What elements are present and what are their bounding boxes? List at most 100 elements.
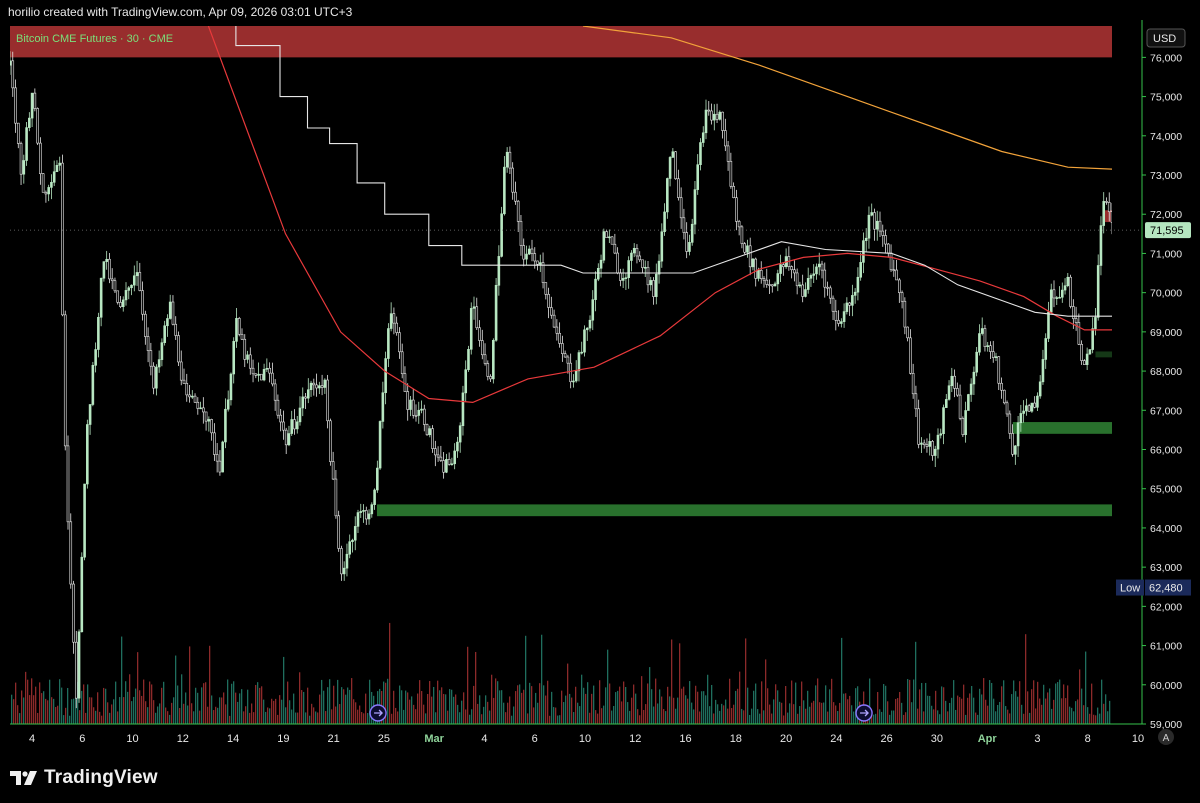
time-tick-label: 12 — [629, 733, 641, 745]
candle-body — [878, 220, 882, 232]
candle-body — [251, 367, 255, 375]
candle-body — [931, 441, 934, 456]
candle-body — [610, 236, 614, 245]
volume-bar — [247, 689, 249, 724]
volume-bar — [723, 705, 725, 724]
volume-bar — [825, 685, 827, 724]
event-marker[interactable] — [855, 704, 873, 722]
candle-body — [533, 253, 537, 262]
auto-scale-text[interactable]: A — [1163, 733, 1170, 744]
candle-body — [1052, 289, 1056, 299]
candle-body — [1055, 297, 1059, 299]
last-price-text: 71,595 — [1150, 225, 1184, 237]
volume-bar — [717, 704, 719, 724]
volume-bar — [813, 700, 815, 724]
volume-bar — [397, 711, 399, 724]
candle-body — [362, 510, 365, 512]
volume-bar — [591, 693, 593, 724]
candle-body — [853, 291, 857, 296]
volume-bar — [149, 681, 151, 724]
candle-body — [1088, 349, 1092, 355]
volume-bar — [1065, 698, 1067, 724]
volume-bar — [325, 711, 327, 724]
volume-bar — [589, 712, 591, 724]
price-axis[interactable]: 59,00060,00061,00062,00063,00064,00065,0… — [1142, 52, 1182, 731]
volume-bar — [999, 701, 1001, 724]
volume-bar — [735, 690, 737, 724]
volume-bar — [623, 681, 625, 724]
volume-bar — [719, 710, 721, 724]
volume-bar — [269, 708, 271, 724]
price-tick-label: 63,000 — [1150, 562, 1182, 574]
volume-bar — [259, 687, 261, 724]
volume-bar — [835, 705, 837, 724]
candle-body — [544, 282, 548, 295]
candle-body — [1066, 276, 1070, 287]
candle-body — [608, 236, 611, 239]
candle-body — [168, 301, 172, 319]
volume-bar — [305, 712, 307, 724]
volume-bar — [467, 646, 469, 724]
candle-body — [657, 260, 661, 275]
candle-body — [1072, 306, 1075, 319]
candle-body — [994, 356, 998, 358]
price-chart[interactable]: 59,00060,00061,00062,00063,00064,00065,0… — [0, 0, 1200, 803]
auto-scale-button[interactable]: A — [1158, 729, 1174, 745]
volume-bar — [581, 674, 583, 724]
volume-bar — [553, 707, 555, 724]
tradingview-brand: TradingView — [44, 767, 158, 788]
time-axis[interactable]: 4 6 10 12 14 19 21 25 Mar 4 6 10 12 16 18 20 24 26 30 Apr 3 8… — [29, 733, 1144, 745]
time-tick-label: 16 — [679, 733, 691, 745]
volume-bar — [207, 706, 209, 724]
volume-bar — [621, 701, 623, 724]
volume-bar — [345, 694, 347, 724]
candle-body — [817, 263, 821, 268]
candle-body — [851, 295, 854, 306]
candle-body — [323, 379, 327, 388]
candle-body — [262, 369, 266, 381]
event-marker[interactable] — [369, 704, 387, 722]
volume-bar — [153, 700, 155, 724]
candle-body — [378, 421, 382, 469]
volume-bar — [253, 712, 255, 724]
volume-bar — [657, 703, 659, 724]
candle-body — [986, 345, 990, 347]
currency-label[interactable]: USD — [1146, 28, 1186, 48]
volume-bar — [615, 692, 617, 724]
volume-bar — [897, 698, 899, 724]
candle-body — [1000, 382, 1003, 391]
volume-bar — [699, 711, 701, 724]
time-tick-label: 18 — [730, 733, 742, 745]
volume-bar — [449, 689, 451, 724]
time-tick-label: 26 — [881, 733, 893, 745]
volume-bar — [1107, 711, 1109, 724]
volume-bar — [459, 712, 461, 724]
candle-body — [88, 404, 92, 425]
volume-bar — [617, 690, 619, 724]
volume-bar — [701, 691, 703, 724]
volume-bar — [13, 699, 15, 724]
candle-body — [1077, 322, 1081, 345]
volume-bar — [579, 706, 581, 724]
candle-body — [572, 380, 575, 383]
volume-bar — [205, 682, 207, 724]
time-tick-label: 6 — [79, 733, 85, 745]
candle-body — [646, 266, 650, 286]
candle-body — [900, 292, 904, 302]
volume-bar — [1103, 703, 1105, 724]
volume-bar — [677, 697, 679, 724]
symbol-label[interactable]: Bitcoin CME Futures · 30 · CME — [16, 33, 173, 45]
price-tick-label: 73,000 — [1150, 170, 1182, 182]
volume-bar — [339, 704, 341, 724]
candle-body — [909, 337, 912, 374]
volume-bar — [603, 705, 605, 724]
candle-body — [199, 407, 202, 410]
volume-bar — [827, 711, 829, 724]
volume-bar — [319, 694, 321, 724]
volume-bar — [637, 709, 639, 724]
volume-bar — [907, 679, 909, 724]
volume-bar — [545, 695, 547, 724]
volume-bars — [11, 622, 1111, 724]
volume-bar — [93, 707, 95, 724]
volume-bar — [145, 701, 147, 724]
